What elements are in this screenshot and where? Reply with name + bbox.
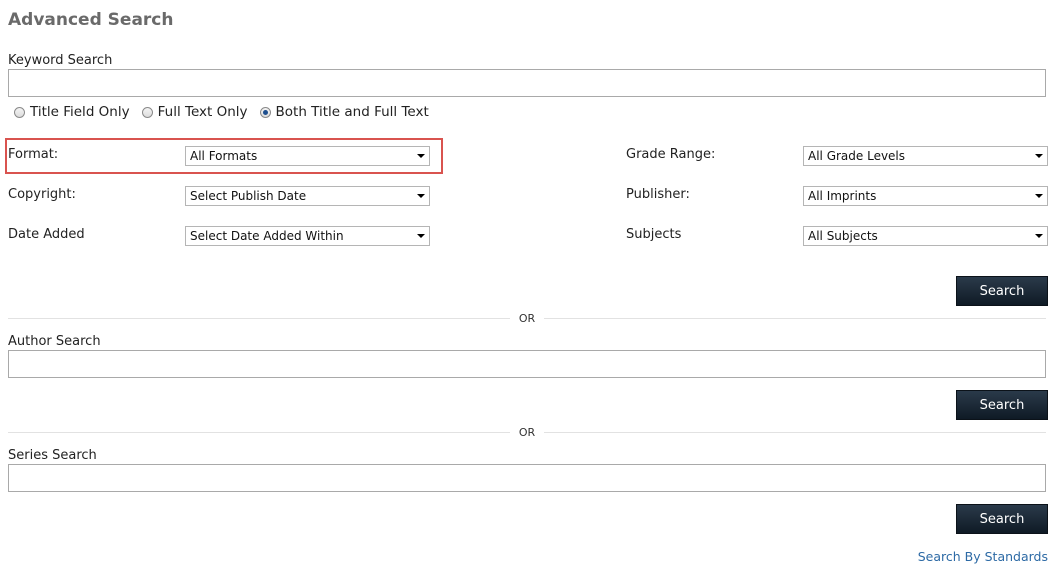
series-search-input[interactable]: [8, 464, 1046, 492]
dropdown-arrow-icon: [1035, 234, 1043, 238]
grade-range-select[interactable]: All Grade Levels: [803, 146, 1048, 166]
format-select[interactable]: All Formats: [185, 146, 430, 166]
search-by-standards-link[interactable]: Search By Standards: [918, 549, 1048, 564]
radio-label: Both Title and Full Text: [275, 104, 429, 120]
radio-label: Full Text Only: [157, 104, 248, 120]
divider-line: [544, 318, 1046, 319]
radio-title-field-only[interactable]: Title Field Only: [14, 104, 130, 120]
radio-button-icon[interactable]: [141, 106, 153, 118]
date-added-select[interactable]: Select Date Added Within: [185, 226, 430, 246]
dropdown-arrow-icon: [1035, 194, 1043, 198]
keyword-scope-options: Title Field Only Full Text Only Both Tit…: [14, 104, 441, 120]
dropdown-arrow-icon: [417, 154, 425, 158]
keyword-search-label: Keyword Search: [8, 53, 113, 68]
publisher-select[interactable]: All Imprints: [803, 186, 1048, 206]
format-label: Format:: [8, 147, 59, 162]
divider-line: [544, 432, 1046, 433]
radio-button-icon[interactable]: [14, 106, 25, 118]
copyright-select[interactable]: Select Publish Date: [185, 186, 430, 206]
or-divider: OR: [8, 426, 1046, 439]
author-search-button[interactable]: Search: [956, 390, 1048, 420]
radio-button-checked-icon[interactable]: [259, 106, 271, 118]
or-divider: OR: [8, 312, 1046, 325]
format-select-value: All Formats: [190, 149, 258, 163]
date-added-select-value: Select Date Added Within: [190, 229, 344, 243]
keyword-search-button[interactable]: Search: [956, 276, 1048, 306]
author-search-input[interactable]: [8, 350, 1046, 378]
series-search-label: Series Search: [8, 448, 97, 463]
publisher-label: Publisher:: [626, 187, 690, 202]
copyright-label: Copyright:: [8, 187, 76, 202]
radio-full-text-only[interactable]: Full Text Only: [141, 104, 248, 120]
subjects-select[interactable]: All Subjects: [803, 226, 1048, 246]
copyright-select-value: Select Publish Date: [190, 189, 307, 203]
publisher-select-value: All Imprints: [808, 189, 877, 203]
date-added-label: Date Added: [8, 227, 85, 242]
grade-range-label: Grade Range:: [626, 147, 716, 162]
subjects-label: Subjects: [626, 227, 682, 242]
dropdown-arrow-icon: [417, 194, 425, 198]
radio-both-title-and-full-text[interactable]: Both Title and Full Text: [259, 104, 429, 120]
grade-range-select-value: All Grade Levels: [808, 149, 906, 163]
author-search-label: Author Search: [8, 334, 101, 349]
page-title: Advanced Search: [8, 10, 174, 30]
radio-label: Title Field Only: [30, 104, 130, 120]
keyword-search-input[interactable]: [8, 69, 1046, 97]
dropdown-arrow-icon: [417, 234, 425, 238]
dropdown-arrow-icon: [1035, 154, 1043, 158]
subjects-select-value: All Subjects: [808, 229, 878, 243]
series-search-button[interactable]: Search: [956, 504, 1048, 534]
